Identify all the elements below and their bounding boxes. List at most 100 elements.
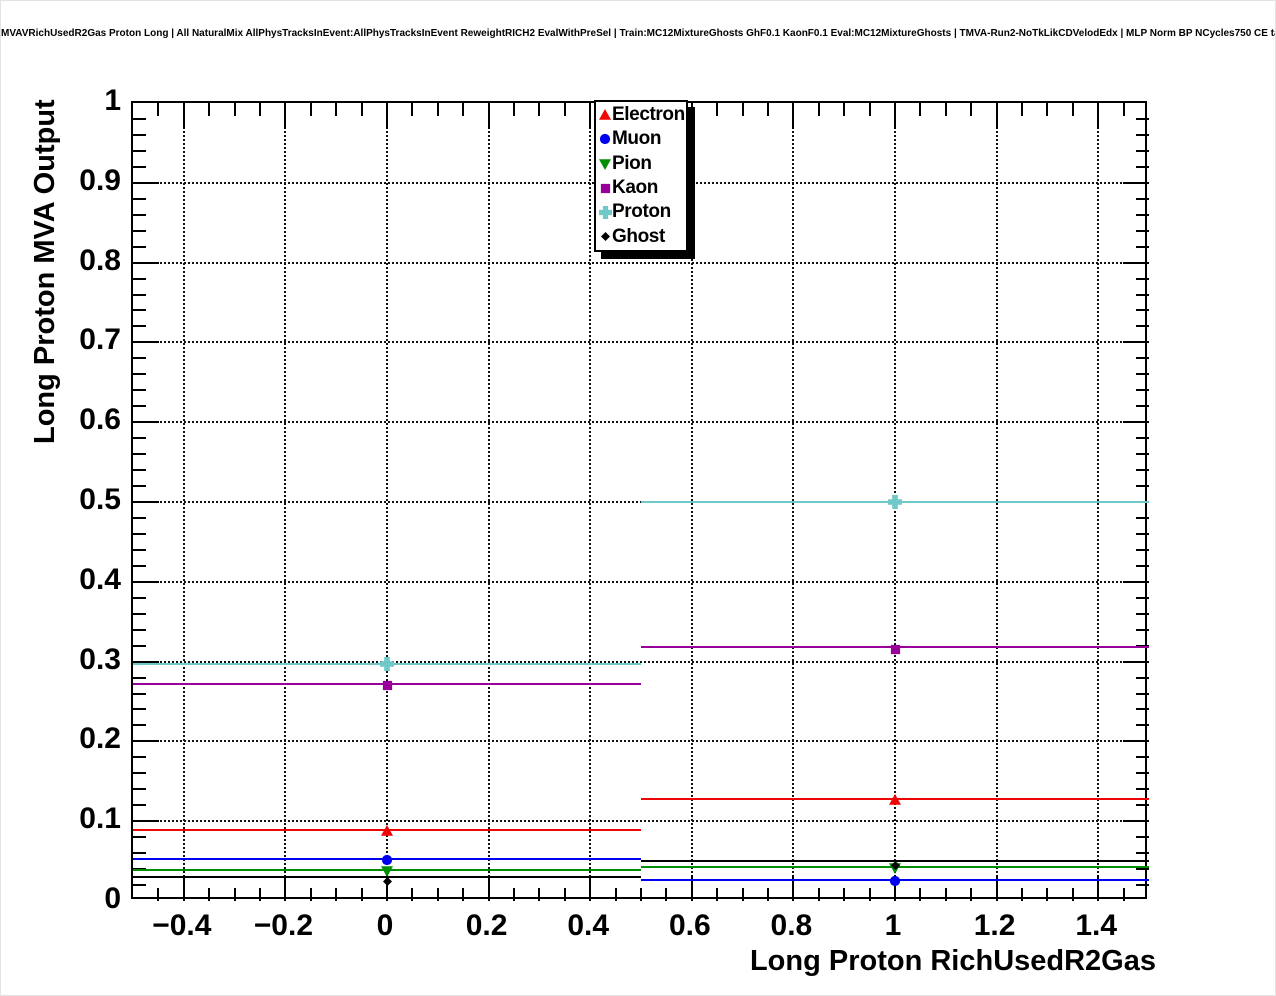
gridline-y [133,820,1149,823]
x-tick-label: −0.4 [152,909,212,942]
axis-tick-y [133,820,159,823]
gridline-y [133,341,1149,344]
axis-minortick-x [563,888,566,901]
axis-minortick-y [133,197,146,200]
axis-minortick-x [716,888,719,901]
axis-minortick-x-top [233,103,236,116]
marker-kaon-icon [382,678,393,696]
y-tick-label: 0.5 [79,483,121,516]
axis-minortick-x [1122,888,1125,901]
axis-minortick-y [133,405,146,408]
axis-minortick-y-right [1136,676,1149,679]
axis-tick-y-right [1123,341,1149,344]
x-axis-title: Long Proton RichUsedR2Gas [749,945,1156,977]
axis-minortick-y [133,229,146,232]
y-tick-label: 0.3 [79,642,121,676]
axis-minortick-y-right [1136,628,1149,631]
axis-minortick-x-top [513,103,515,116]
axis-minortick-x [411,888,414,901]
legend-label: Proton [612,201,671,223]
axis-minortick-y [133,612,146,615]
axis-minortick-y-right [1136,564,1149,567]
y-tick-label: 0.6 [79,403,121,437]
axis-minortick-y-right [1136,117,1149,120]
axis-tick-y-right [1123,580,1149,583]
axis-minortick-y [133,133,146,136]
x-tick-label: 0.4 [567,909,610,942]
axis-minortick-y-right [1136,309,1149,312]
legend-marker-cross-icon [598,205,612,219]
axis-minortick-x [513,888,515,901]
axis-minortick-x [1071,888,1074,901]
axis-minortick-x-top [817,103,820,116]
axis-minortick-y-right [1136,708,1149,711]
axis-tick-x-top [487,103,490,129]
axis-minortick-y [133,453,146,456]
axis-tick-y-right [1123,421,1149,424]
legend-item-electron: Electron [598,103,686,127]
marker-kaon-icon [890,642,901,660]
axis-minortick-y [133,309,146,312]
axis-minortick-x-top [335,103,338,116]
axis-minortick-x [843,888,846,901]
axis-minortick-y [133,469,146,472]
x-tick-label: 1.4 [1075,909,1118,942]
axis-minortick-y-right [1136,133,1149,136]
axis-minortick-y [133,532,146,535]
y-tick-label: 0.7 [79,323,121,357]
y-tick-label: 0.4 [79,562,121,596]
axis-tick-y [133,501,159,503]
axis-minortick-x-top [970,103,973,116]
axis-minortick-y [133,756,146,759]
legend-item-pion: Pion [598,152,686,176]
axis-minortick-x-top [208,103,211,116]
legend-item-kaon: Kaon [598,176,686,200]
axis-minortick-y-right [1136,149,1149,152]
axis-minortick-x [436,888,439,901]
legend-label: Ghost [612,225,665,247]
axis-tick-y [133,421,159,424]
axis-tick-x-top [284,103,287,129]
axis-minortick-y-right [1136,165,1149,168]
axis-minortick-x-top [436,103,439,116]
axis-tick-x-top [995,103,998,129]
axis-minortick-y-right [1136,548,1149,551]
axis-minortick-y-right [1136,213,1149,216]
legend-label: Muon [612,128,662,150]
axis-minortick-y-right [1136,836,1149,839]
axis-tick-y [133,740,159,743]
axis-tick-x [589,875,592,901]
legend-item-proton: Proton [598,200,686,224]
axis-minortick-y [133,389,146,392]
axis-minortick-y-right [1136,437,1149,440]
axis-minortick-x [335,888,338,901]
axis-minortick-y [133,676,146,679]
axis-minortick-x-top [919,103,922,116]
axis-minortick-y [133,213,146,216]
axis-minortick-x [462,888,465,901]
legend-marker-triangle-up-icon [598,109,612,121]
axis-minortick-x-top [767,103,769,116]
marker-electron-icon [381,824,393,842]
gridline-y [133,421,1149,424]
axis-minortick-y [133,772,146,775]
marker-ghost-icon [382,873,392,891]
axis-minortick-y-right [1136,788,1149,791]
axis-minortick-x [614,888,617,901]
axis-minortick-y [133,516,146,519]
axis-minortick-y [133,293,146,296]
legend-item-muon: Muon [598,127,686,151]
axis-minortick-x [640,888,642,901]
axis-minortick-y [133,245,146,248]
axis-minortick-x-top [259,103,261,116]
axis-minortick-y [133,117,146,120]
axis-minortick-y [133,628,146,631]
axis-minortick-x-top [411,103,414,116]
axis-minortick-y-right [1136,852,1149,855]
axis-minortick-y [133,357,146,360]
axis-minortick-x [1046,888,1049,901]
legend-label: Pion [612,152,652,174]
axis-tick-x [182,875,185,901]
axis-minortick-x-top [868,103,871,116]
axis-minortick-x-top [1021,103,1023,116]
